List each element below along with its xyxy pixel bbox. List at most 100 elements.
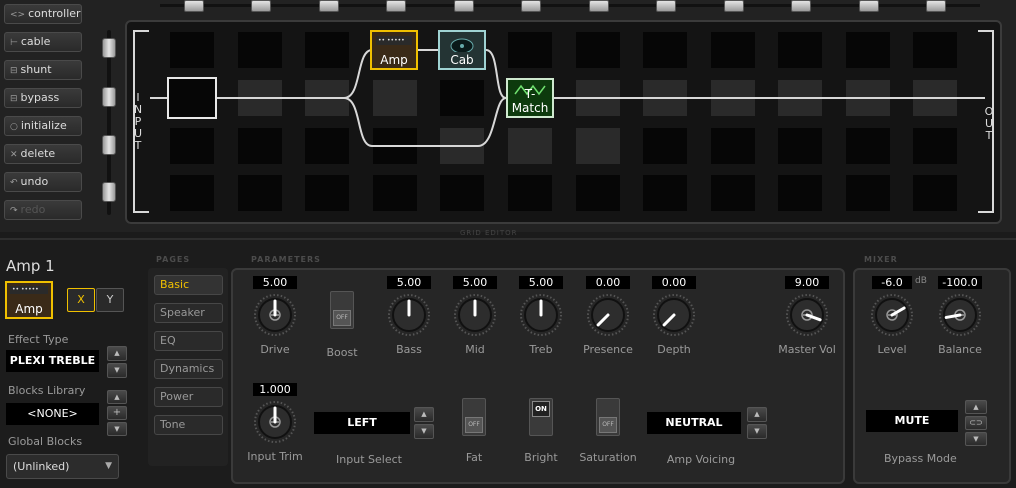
block-icon: •• ••••• Amp (5, 281, 53, 319)
bypass-mode-spinner: ▲ ⊂⊃ ▼ (965, 400, 987, 446)
library-down-button[interactable]: ▼ (107, 422, 127, 436)
knob-value: 1.000 (253, 383, 297, 396)
mid-label: Mid (465, 343, 485, 356)
chevron-down-icon: ▼ (105, 461, 112, 471)
pages-header: PAGES (156, 255, 191, 264)
speaker-cone-icon (450, 38, 474, 52)
library-add-button[interactable]: + (107, 406, 127, 420)
library-spinner: ▲ + ▼ (107, 390, 127, 436)
spin-up-button[interactable]: ▲ (965, 400, 987, 414)
effect-type-spinner: ▲ ▼ (107, 346, 127, 379)
fat-switch-state: OFF (465, 417, 483, 433)
library-up-button[interactable]: ▲ (107, 390, 127, 404)
fat-label: Fat (465, 451, 483, 464)
level-unit: dB (915, 276, 927, 286)
link-icon[interactable]: ⊂⊃ (965, 416, 987, 430)
spin-down-button[interactable]: ▼ (747, 424, 767, 439)
knob-value: 5.00 (519, 276, 563, 289)
input-trim-label: Input Trim (247, 450, 303, 463)
input-trim-knob[interactable] (253, 400, 297, 444)
level-label: Level (877, 343, 907, 356)
depth-label: Depth (657, 343, 691, 356)
amp-icon-panel: •• ••••• (10, 286, 48, 294)
block-icon-label: Amp (15, 302, 43, 316)
block-editor: Amp 1 •• ••••• Amp X Y Effect Type PLEXI… (0, 238, 1016, 488)
spin-up-button[interactable]: ▲ (107, 346, 127, 361)
bass-label: Bass (396, 343, 422, 356)
drive-label: Drive (260, 343, 290, 356)
boost-switch-state: OFF (333, 310, 351, 326)
presence-knob[interactable] (586, 293, 630, 337)
treb-label: Treb (529, 343, 553, 356)
x-state-button[interactable]: X (67, 288, 95, 312)
knob-value: 0.00 (586, 276, 630, 289)
bass-knob[interactable] (387, 293, 431, 337)
knob-value: 0.00 (652, 276, 696, 289)
master-vol-knob[interactable] (785, 293, 829, 337)
page-tab-basic[interactable]: Basic (154, 275, 223, 295)
grid-editor-title: GRID EDITOR (460, 229, 518, 237)
spin-up-button[interactable]: ▲ (747, 407, 767, 422)
bright-switch-state: ON (532, 401, 550, 417)
knob-value: 5.00 (387, 276, 431, 289)
page-tab-power[interactable]: Power (154, 387, 223, 407)
fat-switch[interactable]: OFF (462, 398, 486, 436)
spin-down-button[interactable]: ▼ (414, 424, 434, 439)
bright-label: Bright (524, 451, 558, 464)
knob-value: 5.00 (253, 276, 297, 289)
bright-switch[interactable]: ON (529, 398, 553, 436)
saturation-label: Saturation (579, 451, 637, 464)
bypass-mode-label: Bypass Mode (884, 452, 957, 465)
effect-type-display[interactable]: PLEXI TREBLE (6, 350, 99, 372)
library-display[interactable]: <NONE> (6, 403, 99, 425)
knob-value: 5.00 (453, 276, 497, 289)
input-select-spinner: ▲ ▼ (414, 407, 434, 440)
global-blocks-dropdown[interactable]: (Unlinked) ▼ (6, 454, 119, 479)
level-knob[interactable] (870, 293, 914, 337)
amp-voicing-label: Amp Voicing (666, 453, 736, 466)
tmatch-block[interactable]: T-Match (506, 78, 554, 118)
input-label: INPUT (133, 91, 143, 152)
global-blocks-value: (Unlinked) (13, 460, 70, 473)
input-select-display[interactable]: LEFT (314, 412, 410, 434)
amp-voicing-display[interactable]: NEUTRAL (647, 412, 741, 434)
boost-switch[interactable]: OFF (330, 291, 354, 329)
grid-cursor[interactable] (167, 77, 217, 119)
page-tab-speaker[interactable]: Speaker (154, 303, 223, 323)
input-select-label: Input Select (336, 453, 402, 466)
page-tab-tone[interactable]: Tone (154, 415, 223, 435)
depth-knob[interactable] (652, 293, 696, 337)
library-label: Blocks Library (8, 384, 86, 397)
balance-label: Balance (938, 343, 982, 356)
balance-knob[interactable] (938, 293, 982, 337)
page-tab-dynamics[interactable]: Dynamics (154, 359, 223, 379)
amp-block-panel: •• ••••• (376, 36, 412, 45)
spin-down-button[interactable]: ▼ (965, 432, 987, 446)
bypass-mode-display[interactable]: MUTE (866, 410, 958, 432)
block-title: Amp 1 (6, 257, 55, 275)
drive-knob[interactable] (253, 293, 297, 337)
cab-block-label: Cab (450, 53, 474, 67)
saturation-switch-state: OFF (599, 417, 617, 433)
spin-down-button[interactable]: ▼ (107, 363, 127, 378)
level-value: -6.0 (872, 276, 912, 289)
saturation-switch[interactable]: OFF (596, 398, 620, 436)
amp-voicing-spinner: ▲ ▼ (747, 407, 767, 440)
presence-label: Presence (583, 343, 633, 356)
mid-knob[interactable] (453, 293, 497, 337)
page-tab-eq[interactable]: EQ (154, 331, 223, 351)
amp-block[interactable]: •• ••••• Amp (370, 30, 418, 70)
balance-value: -100.0 (938, 276, 982, 289)
output-label: OUT (984, 105, 994, 142)
mixer-header: MIXER (864, 255, 898, 264)
effect-type-label: Effect Type (8, 333, 69, 346)
y-state-button[interactable]: Y (96, 288, 124, 312)
spin-up-button[interactable]: ▲ (414, 407, 434, 422)
knob-value: 9.00 (785, 276, 829, 289)
treb-knob[interactable] (519, 293, 563, 337)
grid-editor-area: <> controllers ⊢ cable ⊟ shunt ⊟ bypass ○ ini… (0, 0, 1016, 232)
cab-block[interactable]: Cab (438, 30, 486, 70)
master-vol-label: Master Vol (778, 343, 836, 356)
parameters-header: PARAMETERS (251, 255, 321, 264)
global-blocks-label: Global Blocks (8, 435, 83, 448)
